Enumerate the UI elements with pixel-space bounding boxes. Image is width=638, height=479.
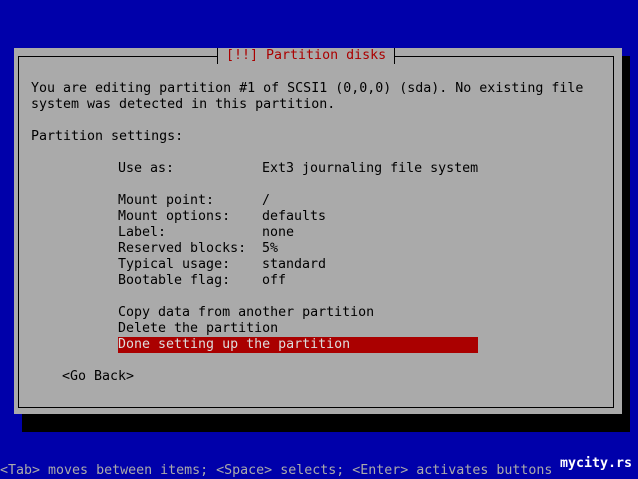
setting-typical-usage-value[interactable]: standard bbox=[262, 257, 326, 273]
setting-label-value[interactable]: none bbox=[262, 225, 294, 241]
go-back-button[interactable]: <Go Back> bbox=[62, 369, 134, 385]
setting-reserved-blocks-value[interactable]: 5% bbox=[262, 241, 278, 257]
dialog-title: [!!] Partition disks bbox=[217, 48, 396, 64]
setting-mount-options-value[interactable]: defaults bbox=[262, 209, 326, 225]
setting-bootable-flag-value[interactable]: off bbox=[262, 273, 286, 289]
setting-use-as-value[interactable]: Ext3 journaling file system bbox=[262, 161, 478, 177]
setting-use-as[interactable]: Use as: bbox=[118, 161, 174, 177]
setting-label[interactable]: Label: bbox=[118, 225, 166, 241]
brand-watermark: mycity.rs bbox=[560, 456, 633, 471]
setting-mount-point-value[interactable]: / bbox=[262, 193, 270, 209]
setting-bootable-flag[interactable]: Bootable flag: bbox=[118, 273, 230, 289]
setting-reserved-blocks[interactable]: Reserved blocks: bbox=[118, 241, 246, 257]
done-setting-up-action[interactable]: Done setting up the partition bbox=[118, 337, 478, 353]
partition-dialog: [!!] Partition disks You are editing par… bbox=[14, 48, 622, 414]
copy-data-action[interactable]: Copy data from another partition bbox=[118, 305, 374, 321]
setting-mount-options[interactable]: Mount options: bbox=[118, 209, 230, 225]
keyboard-help: <Tab> moves between items; <Space> selec… bbox=[0, 463, 553, 478]
setting-mount-point[interactable]: Mount point: bbox=[118, 193, 214, 209]
settings-heading: Partition settings: bbox=[31, 129, 184, 144]
delete-partition-action[interactable]: Delete the partition bbox=[118, 321, 278, 337]
setting-typical-usage[interactable]: Typical usage: bbox=[118, 257, 230, 273]
intro-text-line2: system was detected in this partition. bbox=[31, 97, 336, 112]
intro-text-line1: You are editing partition #1 of SCSI1 (0… bbox=[31, 81, 584, 96]
